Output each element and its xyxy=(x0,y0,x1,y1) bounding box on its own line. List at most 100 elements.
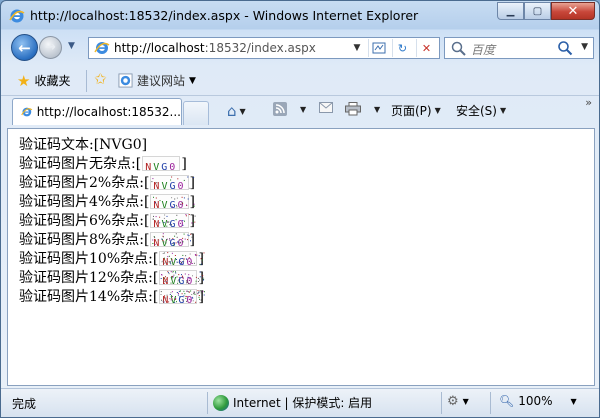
captcha-text-label: 验证码文本: xyxy=(19,137,94,153)
navigation-bar: ← → ▼ http://localhost:18532/index.aspx … xyxy=(1,32,599,64)
zoom-dropdown-icon: ▼ xyxy=(570,396,577,406)
captcha-image-label: 验证码图片14%杂点: xyxy=(19,289,153,305)
status-bar: 完成 Internet | 保护模式: 启用 ⚙ ▼ 🔍︎ 100% ▼ xyxy=(1,388,599,417)
suggested-sites-dropdown-icon: ▼ xyxy=(189,75,196,86)
captcha-noise xyxy=(151,176,195,189)
captcha-image-line: 验证码图片4%杂点:[NVG0] xyxy=(19,193,594,212)
address-bar[interactable]: http://localhost:18532/index.aspx ▼ ↻ ✕ xyxy=(88,37,440,59)
suggested-sites-button[interactable]: 建议网站 ▼ xyxy=(118,72,196,89)
captcha-noise xyxy=(153,214,197,227)
captcha-image-line: 验证码图片14%杂点:[NVG0] xyxy=(19,288,594,307)
address-dropdown-icon[interactable]: ▼ xyxy=(348,38,366,58)
bracket-open: [ xyxy=(143,232,150,248)
captcha-noise xyxy=(153,196,196,208)
suggested-sites-icon xyxy=(118,73,133,88)
bracket-open: [ xyxy=(152,251,159,267)
home-icon: ⌂ xyxy=(227,102,237,120)
gear-icon: ⚙ xyxy=(447,394,459,409)
home-button[interactable]: ⌂ ▼ xyxy=(227,102,246,120)
security-zone[interactable]: Internet | 保护模式: 启用 xyxy=(213,394,372,411)
captcha-image-list: 验证码图片无杂点:[NVG0] 验证码图片2%杂点:[NVG0] 验证码图片4%杂点… xyxy=(19,155,594,307)
favorites-button[interactable]: ★ 收藏夹 xyxy=(17,72,70,89)
favorites-label: 收藏夹 xyxy=(34,74,71,88)
captcha-image: NVG0 xyxy=(159,289,206,306)
search-icon[interactable] xyxy=(557,40,573,56)
back-button[interactable]: ← xyxy=(11,34,38,61)
address-text[interactable]: http://localhost:18532/index.aspx xyxy=(114,41,316,55)
suggested-sites-label: 建议网站 xyxy=(137,74,186,88)
tab-bar: http://localhost:18532... ⌂ ▼ ▼ ▼ 页面(P) … xyxy=(1,96,599,127)
status-separator xyxy=(207,392,208,414)
captcha-image-label: 验证码图片无杂点: xyxy=(19,156,136,172)
safety-menu-label: 安全(S) xyxy=(456,104,497,118)
tab-page-icon xyxy=(21,107,33,117)
captcha-image: NVG0 xyxy=(150,232,193,249)
captcha-glyph: 0 xyxy=(169,162,178,173)
captcha-image-line: 验证码图片12%杂点:[NVG0] xyxy=(19,269,594,288)
captcha-noise xyxy=(161,271,205,284)
refresh-icon[interactable]: ↻ xyxy=(392,39,412,57)
status-text: 完成 xyxy=(12,397,37,411)
popup-blocker-button[interactable]: ⚙ ▼ xyxy=(447,394,469,409)
captcha-glyph: N xyxy=(145,162,154,173)
mail-icon xyxy=(319,102,333,113)
ie-logo-icon xyxy=(9,8,25,24)
captcha-image-line: 验证码图片6%杂点:[NVG0] xyxy=(19,212,594,231)
bracket-open: [ xyxy=(143,194,150,210)
print-button[interactable]: ▼ xyxy=(345,102,380,116)
back-arrow-icon: ← xyxy=(18,38,31,57)
bracket-open: [ xyxy=(143,213,150,229)
search-options-dropdown-icon[interactable]: ▼ xyxy=(581,42,588,52)
captcha-noise xyxy=(161,252,205,265)
page-menu-label: 页面(P) xyxy=(391,104,432,118)
zoom-button[interactable]: 🔍︎ 100% ▼ xyxy=(499,394,577,408)
recent-pages-dropdown-icon[interactable]: ▼ xyxy=(68,41,75,51)
status-separator xyxy=(490,392,491,414)
captcha-image-line: 验证码图片2%杂点:[NVG0] xyxy=(19,174,594,193)
feeds-button[interactable]: ▼ xyxy=(273,102,306,116)
tab-active[interactable]: http://localhost:18532... xyxy=(12,98,182,125)
search-provider-icon xyxy=(451,41,466,56)
compatibility-view-icon[interactable] xyxy=(368,39,388,57)
more-commands-chevron-icon[interactable]: ›› xyxy=(585,96,592,109)
print-icon xyxy=(345,102,361,116)
read-mail-button[interactable] xyxy=(319,102,333,113)
window-controls: ▁ ▢ ✕ xyxy=(497,2,595,20)
bracket-close: ] xyxy=(181,156,187,172)
captcha-image-label: 验证码图片12%杂点: xyxy=(19,270,153,286)
new-tab-button[interactable] xyxy=(183,101,209,125)
minimize-icon[interactable]: ▁ xyxy=(497,2,524,20)
feeds-icon xyxy=(273,102,287,116)
bracket-open: [ xyxy=(135,156,142,172)
add-favorite-star-icon: ✩ xyxy=(94,70,107,88)
globe-icon xyxy=(213,394,229,411)
captcha-image-label: 验证码图片8%杂点: xyxy=(19,232,144,248)
captcha-image: NVG0 xyxy=(150,213,197,230)
captcha-noise xyxy=(160,290,206,303)
page-menu-button[interactable]: 页面(P) ▼ xyxy=(391,102,441,119)
search-box[interactable]: 百度 ▼ xyxy=(444,37,594,59)
close-icon[interactable]: ✕ xyxy=(551,2,595,20)
zoom-magnifier-icon: 🔍︎ xyxy=(499,394,515,408)
address-path: :18532/index.aspx xyxy=(204,41,316,55)
bracket-open: [ xyxy=(152,289,159,305)
print-dropdown-icon: ▼ xyxy=(374,104,381,114)
captcha-text-value: [NVG0] xyxy=(93,137,148,153)
captcha-noise xyxy=(152,233,193,246)
ie-window: http://localhost:18532/index.aspx - Wind… xyxy=(0,0,600,418)
favorites-star-icon: ★ xyxy=(17,71,31,90)
forward-button[interactable]: → xyxy=(39,36,62,59)
captcha-image: NVG0 xyxy=(159,270,205,287)
favorites-bar: ★ 收藏夹 ✩ 建议网站 ▼ xyxy=(1,66,599,96)
captcha-image: NVG0 xyxy=(150,194,196,211)
page-icon xyxy=(94,42,110,54)
stop-icon[interactable]: ✕ xyxy=(416,39,436,57)
captcha-text-line: 验证码文本:[NVG0] xyxy=(19,136,594,155)
status-separator xyxy=(441,392,442,414)
popup-blocker-dropdown-icon: ▼ xyxy=(462,397,469,406)
safety-menu-button[interactable]: 安全(S) ▼ xyxy=(456,102,506,119)
captcha-image-label: 验证码图片4%杂点: xyxy=(19,194,144,210)
add-to-favorites-bar-button[interactable]: ✩ xyxy=(94,70,107,88)
favorites-separator xyxy=(86,70,87,92)
maximize-icon[interactable]: ▢ xyxy=(524,2,551,20)
